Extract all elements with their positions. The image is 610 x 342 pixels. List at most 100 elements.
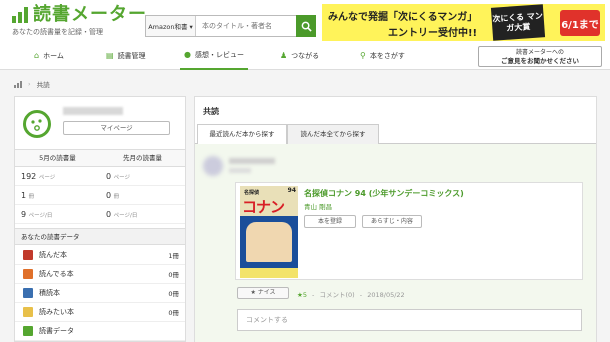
chevron-right-icon: › <box>28 80 31 88</box>
feedback-line1: 読書メーターへの <box>515 49 564 56</box>
book-title-link[interactable]: 名探偵コナン 94 (少年サンデーコミックス) <box>304 188 464 199</box>
stats-row: 9 ページ/日 0 ページ/日 <box>15 205 185 224</box>
reader-name-blurred <box>229 158 275 164</box>
comment-count-link[interactable]: コメント(0) <box>319 291 354 299</box>
reading-stats: 5月の読書量 先月の読書量 192 ページ 0 ページ 1 冊 0 冊 9 ペー… <box>15 149 185 224</box>
cover-series: 名探偵 <box>244 190 260 196</box>
stat-value: 0 <box>106 210 112 219</box>
nav-label: 感想・レビュー <box>194 50 244 59</box>
stat-value: 0 <box>106 172 112 181</box>
stats-header-this-month: 5月の読書量 <box>39 154 76 162</box>
logo-text: 読書メーター <box>33 4 147 25</box>
search-box: Amazon和書 ▾ <box>145 15 315 37</box>
data-row-count: 0冊 <box>168 271 179 279</box>
data-row-reading-data[interactable]: 読書データ <box>15 322 185 341</box>
user-name-blurred <box>63 107 123 115</box>
banner-line1: みんなで発掘「次にくるマンガ」 <box>328 12 478 23</box>
tagline: あなたの読書量を記録・管理 <box>12 28 103 36</box>
banner-date: 6/1まで <box>560 10 600 36</box>
reading-data-icon <box>23 326 33 336</box>
data-row-count: 0冊 <box>168 290 179 298</box>
stat-unit: ページ/日 <box>28 213 53 219</box>
chat-icon: ● <box>184 50 191 59</box>
separator: - <box>312 291 315 299</box>
data-row-count: 1冊 <box>168 252 179 260</box>
tab-all-books[interactable]: 読んだ本全てから探す <box>287 124 379 144</box>
data-row-want[interactable]: 読みたい本 0冊 <box>15 303 185 322</box>
page-title: 共読 <box>203 107 219 116</box>
stat-unit: 冊 <box>28 194 35 200</box>
nav-label: つながる <box>291 51 320 60</box>
nav-reviews[interactable]: ● 感想・レビュー <box>180 41 248 70</box>
search-icon: ⚲ <box>360 51 366 60</box>
avatar-face-icon <box>31 119 42 131</box>
search-icon <box>301 21 312 32</box>
banner-line2: エントリー受付中!! <box>388 28 478 39</box>
cover-art <box>246 222 292 262</box>
comment-input[interactable]: コメントする <box>237 309 582 331</box>
read-books-icon <box>23 250 33 260</box>
stat-unit: ページ <box>38 175 56 181</box>
stat-unit: ページ <box>113 175 131 181</box>
reading-books-icon <box>23 269 33 279</box>
summary-button[interactable]: あらすじ・内容 <box>362 215 422 228</box>
logo-bars-icon <box>12 7 28 23</box>
feed-item: 名探偵 コナン 94 名探偵コナン 94 (少年サンデーコミックス) 青山 剛昌… <box>195 144 596 342</box>
nav-reading-management[interactable]: ▤ 読書管理 <box>106 41 146 70</box>
reader-meta-blurred <box>229 168 251 173</box>
book-cover[interactable]: 名探偵 コナン 94 <box>240 186 298 278</box>
stats-header-last-month: 先月の読書量 <box>123 154 162 162</box>
people-icon: ♟ <box>280 51 288 60</box>
register-book-button[interactable]: 本を登録 <box>304 215 356 228</box>
data-row-count: 0冊 <box>168 309 179 317</box>
reader-avatar-blurred[interactable] <box>203 156 223 176</box>
banner-logo: 次にくる マンガ大賞 <box>490 4 546 41</box>
search-category-select[interactable]: Amazon和書 ▾ <box>146 16 196 36</box>
data-row-reading[interactable]: 読んでる本 0冊 <box>15 265 185 284</box>
stats-header: 5月の読書量 先月の読書量 <box>15 150 185 167</box>
search-button[interactable] <box>296 15 316 37</box>
tab-bar: 最近読んだ本から探す 読んだ本全てから探す <box>195 124 596 145</box>
nav-find-books[interactable]: ⚲ 本をさがす <box>360 41 405 70</box>
breadcrumb-current: 共読 <box>36 81 50 89</box>
logo[interactable]: 読書メーター <box>12 6 147 24</box>
book-author-link[interactable]: 青山 剛昌 <box>304 201 332 211</box>
book-card: 名探偵 コナン 94 名探偵コナン 94 (少年サンデーコミックス) 青山 剛昌… <box>235 182 583 280</box>
tab-recent-books[interactable]: 最近読んだ本から探す <box>197 124 287 145</box>
stat-value: 9 <box>21 210 27 219</box>
nav-label: 本をさがす <box>369 51 405 60</box>
stacked-books-icon <box>23 288 33 298</box>
feedback-button[interactable]: 読書メーターへの ご意見をお聞かせください <box>478 46 602 67</box>
review-meta: ★5 - コメント(0) - 2018/05/22 <box>297 289 405 299</box>
stat-unit: ページ/日 <box>113 213 138 219</box>
stats-row: 192 ページ 0 ページ <box>15 167 185 186</box>
mypage-button[interactable]: マイページ <box>63 121 170 135</box>
nav-home[interactable]: ⌂ ホーム <box>34 41 64 70</box>
nice-button[interactable]: ★ ナイス <box>237 287 289 299</box>
cover-volume: 94 <box>287 187 296 194</box>
stat-value: 1 <box>21 191 27 200</box>
reading-data-title: あなたの読書データ <box>15 228 185 245</box>
stat-value: 192 <box>21 172 37 181</box>
promo-banner[interactable]: みんなで発掘「次にくるマンガ」 エントリー受付中!! 次にくる マンガ大賞 6/… <box>322 4 605 41</box>
sidebar: マイページ 5月の読書量 先月の読書量 192 ページ 0 ページ 1 冊 0 … <box>14 96 186 342</box>
header: 読書メーター あなたの読書量を記録・管理 Amazon和書 ▾ みんなで発掘「次… <box>0 0 610 41</box>
review-date: 2018/05/22 <box>367 291 405 299</box>
cover-footer <box>240 268 298 278</box>
avatar[interactable] <box>23 110 51 138</box>
data-row-label: 読んでる本 <box>39 270 74 278</box>
data-row-read[interactable]: 読んだ本 1冊 <box>15 246 185 265</box>
data-row-label: 読書データ <box>39 327 74 335</box>
nav-label: ホーム <box>43 51 64 60</box>
nice-count[interactable]: ★5 <box>297 291 307 299</box>
data-row-label: 積読本 <box>39 289 60 297</box>
separator: - <box>359 291 363 299</box>
breadcrumb: › 共読 <box>14 79 50 89</box>
nav-connect[interactable]: ♟ つながる <box>280 41 319 70</box>
data-row-stacked[interactable]: 積読本 0冊 <box>15 284 185 303</box>
home-icon: ⌂ <box>34 51 40 60</box>
nav-label: 読書管理 <box>117 51 146 60</box>
home-bars-icon[interactable] <box>14 80 22 88</box>
want-books-icon <box>23 307 33 317</box>
data-row-label: 読みたい本 <box>39 308 74 316</box>
